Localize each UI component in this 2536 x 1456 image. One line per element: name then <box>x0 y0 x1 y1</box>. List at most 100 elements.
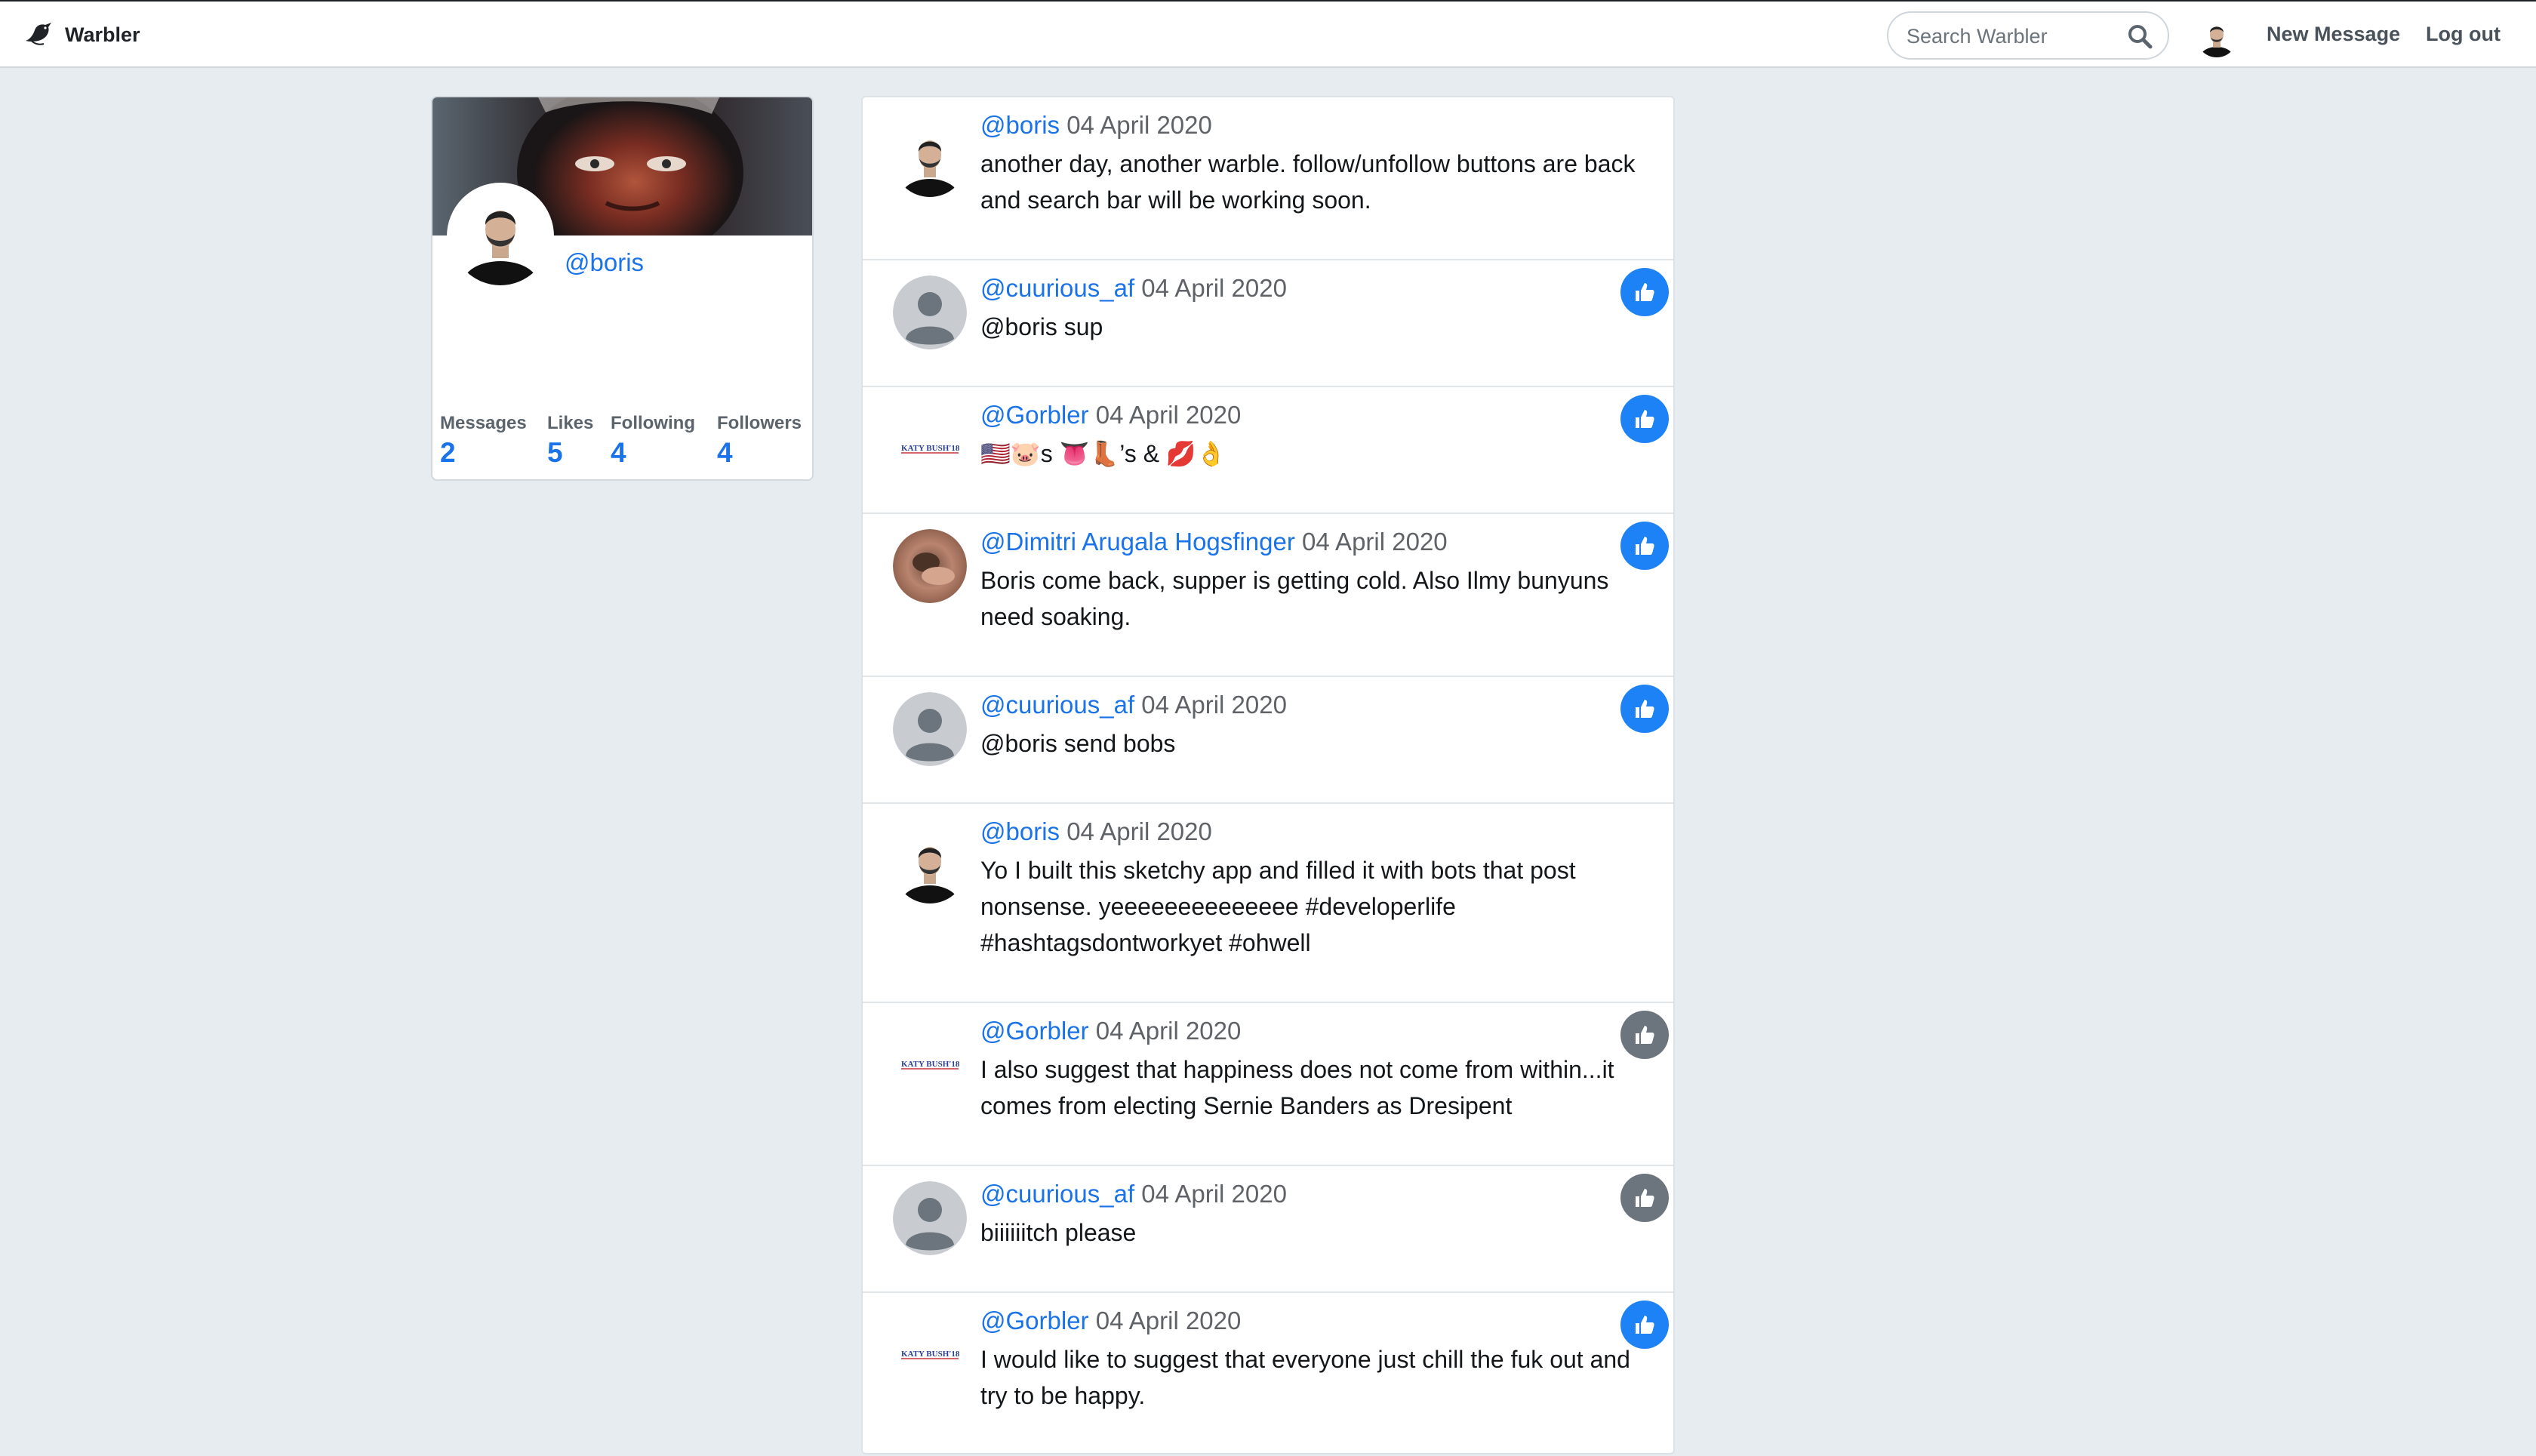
thumbs-up-icon <box>1636 283 1654 301</box>
brand-name: Warbler <box>65 23 140 46</box>
search-box <box>1887 11 2169 60</box>
message-text: I also suggest that happiness does not c… <box>980 1056 1614 1119</box>
like-button[interactable] <box>1620 1011 1669 1059</box>
brand-home-link[interactable]: Warbler <box>23 18 140 51</box>
message-item: @boris 04 April 2020 Yo I built this ske… <box>863 804 1673 1003</box>
message-text: @boris sup <box>980 313 1103 340</box>
message-avatar[interactable]: KATY BUSH'18 <box>893 1316 967 1390</box>
message-header: @Gorbler 04 April 2020 <box>980 1307 1241 1335</box>
message-header: @Dimitri Arugala Hogsfinger 04 April 202… <box>980 528 1448 556</box>
message-header: @Gorbler 04 April 2020 <box>980 1017 1241 1045</box>
message-item: @boris 04 April 2020 another day, anothe… <box>863 97 1673 260</box>
message-avatar[interactable] <box>893 830 967 903</box>
campaign-logo-text: KATY BUSH'18 <box>901 1060 960 1069</box>
stat-label: Followers <box>717 413 802 433</box>
message-header: @boris 04 April 2020 <box>980 817 1212 846</box>
message-header: @cuurious_af 04 April 2020 <box>980 274 1287 303</box>
message-username[interactable]: @cuurious_af <box>980 1180 1134 1208</box>
user-photo-icon <box>893 123 967 197</box>
stat-label: Likes <box>547 413 594 433</box>
message-text: I would like to suggest that everyone ju… <box>980 1346 1630 1409</box>
default-user-icon <box>893 1181 967 1255</box>
like-button[interactable] <box>1620 522 1669 570</box>
thumbs-up-icon <box>1636 1316 1654 1334</box>
message-text: @boris send bobs <box>980 730 1176 757</box>
message-item: KATY BUSH'18 @Gorbler 04 April 2020 🇺🇸🐷s… <box>863 387 1673 514</box>
current-user-avatar[interactable] <box>2196 17 2237 57</box>
user-photo-icon <box>2196 17 2237 57</box>
message-item: KATY BUSH'18 @Gorbler 04 April 2020 I wo… <box>863 1293 1673 1456</box>
message-text: another day, another warble. follow/unfo… <box>980 150 1636 214</box>
messages-feed: @boris 04 April 2020 another day, anothe… <box>861 96 1675 1454</box>
message-header: @boris 04 April 2020 <box>980 111 1212 140</box>
like-button[interactable] <box>1620 685 1669 733</box>
like-button[interactable] <box>1620 395 1669 443</box>
message-username[interactable]: @boris <box>980 111 1060 139</box>
message-header: @Gorbler 04 April 2020 <box>980 401 1241 429</box>
message-date: 04 April 2020 <box>1141 1180 1287 1208</box>
thumbs-up-icon <box>1636 1026 1654 1044</box>
message-date: 04 April 2020 <box>1302 528 1448 556</box>
profile-avatar[interactable] <box>447 183 554 290</box>
thumbs-up-icon <box>1636 1189 1654 1207</box>
message-avatar[interactable] <box>893 276 967 349</box>
message-item: @cuurious_af 04 April 2020 biiiiiitch pl… <box>863 1166 1673 1293</box>
stat-label: Messages <box>440 413 527 433</box>
message-date: 04 April 2020 <box>1066 817 1212 845</box>
message-username[interactable]: @cuurious_af <box>980 691 1134 719</box>
stat-value[interactable]: 2 <box>440 437 456 469</box>
stat-value[interactable]: 4 <box>611 437 626 469</box>
message-avatar[interactable] <box>893 1181 967 1255</box>
thumbs-up-icon <box>1636 410 1654 428</box>
profile-card: @boris Messages 2 Likes 5 Following 4 Fo… <box>431 96 814 481</box>
message-header: @cuurious_af 04 April 2020 <box>980 1180 1287 1208</box>
like-button[interactable] <box>1620 268 1669 316</box>
message-date: 04 April 2020 <box>1095 1017 1242 1045</box>
campaign-logo-icon: KATY BUSH'18 <box>893 410 967 484</box>
like-button[interactable] <box>1620 1174 1669 1222</box>
message-username[interactable]: @Dimitri Arugala Hogsfinger <box>980 528 1295 556</box>
stat-value[interactable]: 4 <box>717 437 733 469</box>
message-avatar[interactable] <box>893 529 967 603</box>
campaign-logo-icon: KATY BUSH'18 <box>893 1316 967 1390</box>
message-username[interactable]: @cuurious_af <box>980 274 1134 302</box>
message-item: @cuurious_af 04 April 2020 @boris sup <box>863 260 1673 387</box>
message-avatar[interactable] <box>893 692 967 766</box>
message-username[interactable]: @Gorbler <box>980 1307 1089 1334</box>
message-item: @Dimitri Arugala Hogsfinger 04 April 202… <box>863 514 1673 677</box>
message-date: 04 April 2020 <box>1141 274 1287 302</box>
thumbs-up-icon <box>1636 700 1654 718</box>
message-text: Boris come back, supper is getting cold.… <box>980 567 1609 630</box>
message-username[interactable]: @Gorbler <box>980 1017 1089 1045</box>
campaign-logo-text: KATY BUSH'18 <box>901 1350 960 1359</box>
logout-link[interactable]: Log out <box>2426 23 2501 46</box>
message-date: 04 April 2020 <box>1095 1307 1242 1334</box>
message-avatar[interactable]: KATY BUSH'18 <box>893 1026 967 1100</box>
stat-label: Following <box>611 413 695 433</box>
like-button[interactable] <box>1620 1301 1669 1349</box>
message-item: KATY BUSH'18 @Gorbler 04 April 2020 I al… <box>863 1003 1673 1166</box>
new-message-link[interactable]: New Message <box>2267 23 2400 46</box>
message-username[interactable]: @Gorbler <box>980 401 1089 429</box>
profile-username[interactable]: @boris <box>565 248 644 277</box>
campaign-logo-icon: KATY BUSH'18 <box>893 1026 967 1100</box>
stat-value[interactable]: 5 <box>547 437 563 469</box>
message-header: @cuurious_af 04 April 2020 <box>980 691 1287 719</box>
message-text: Yo I built this sketchy app and filled i… <box>980 857 1576 956</box>
warbler-bird-icon <box>26 23 51 45</box>
message-text: biiiiiitch please <box>980 1219 1137 1246</box>
campaign-logo-text: KATY BUSH'18 <box>901 444 960 453</box>
thumbs-up-icon <box>1636 537 1654 555</box>
search-icon[interactable] <box>2127 23 2153 49</box>
message-avatar[interactable]: KATY BUSH'18 <box>893 410 967 484</box>
top-navbar: Warbler New Message Log out <box>0 0 2536 68</box>
message-item: @cuurious_af 04 April 2020 @boris send b… <box>863 677 1673 804</box>
default-user-icon <box>893 276 967 349</box>
message-date: 04 April 2020 <box>1141 691 1287 719</box>
user-photo-icon <box>893 830 967 903</box>
default-user-icon <box>893 692 967 766</box>
user-photo-icon <box>451 187 549 285</box>
message-avatar[interactable] <box>893 123 967 197</box>
search-input[interactable] <box>1905 20 2119 52</box>
message-username[interactable]: @boris <box>980 817 1060 845</box>
